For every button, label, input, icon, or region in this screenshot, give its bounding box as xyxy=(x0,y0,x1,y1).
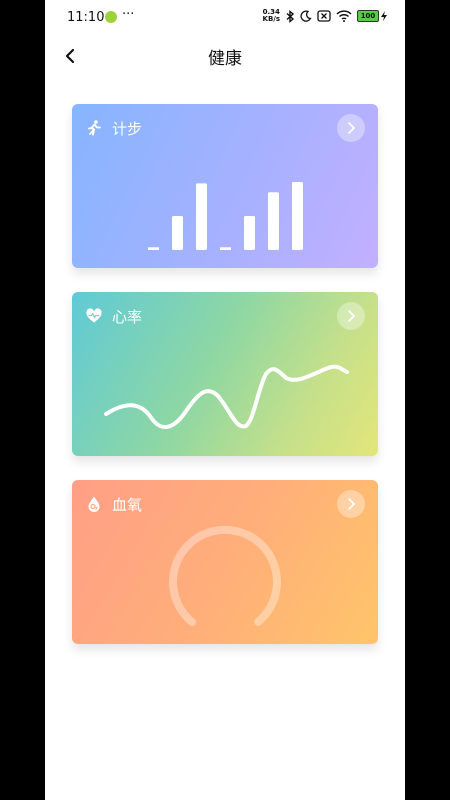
no-sim-icon xyxy=(317,10,331,22)
app-notification-icon xyxy=(105,11,117,23)
heart-rate-card[interactable]: 心率 xyxy=(72,292,378,456)
wifi-icon xyxy=(336,10,352,22)
steps-bar xyxy=(244,216,255,250)
network-speed: 0.34 KB/s xyxy=(263,9,280,23)
steps-bar xyxy=(196,183,207,250)
heart-rate-wave xyxy=(104,364,349,429)
battery-indicator: 100 xyxy=(357,10,387,22)
steps-card[interactable]: 计步 xyxy=(72,104,378,268)
steps-bar xyxy=(268,192,279,250)
steps-bar xyxy=(292,182,303,250)
blood-oxygen-gauge xyxy=(169,525,281,626)
steps-bar xyxy=(220,247,231,250)
page-title: 健康 xyxy=(208,49,242,69)
phone-screen: 11:10 ··· 0.34 KB/s 100 健康 计步 心率 血氧 xyxy=(45,0,405,800)
battery-level: 100 xyxy=(357,10,379,22)
network-speed-unit: KB/s xyxy=(262,15,280,23)
header: 健康 xyxy=(45,36,405,76)
more-notifications-indicator: ··· xyxy=(122,7,135,22)
moon-icon xyxy=(300,10,312,22)
status-bar: 11:10 ··· 0.34 KB/s 100 xyxy=(45,0,405,36)
blood-oxygen-card[interactable]: 血氧 xyxy=(72,480,378,644)
heart-rate-line xyxy=(104,364,349,429)
steps-bar-chart xyxy=(148,182,303,250)
oxygen-gauge-arc xyxy=(169,525,281,626)
status-icons: 0.34 KB/s 100 xyxy=(263,9,387,23)
status-time: 11:10 xyxy=(67,10,105,25)
charging-bolt-icon xyxy=(381,11,387,21)
steps-bar xyxy=(148,247,159,250)
steps-bar xyxy=(172,216,183,250)
bluetooth-icon xyxy=(285,9,295,23)
